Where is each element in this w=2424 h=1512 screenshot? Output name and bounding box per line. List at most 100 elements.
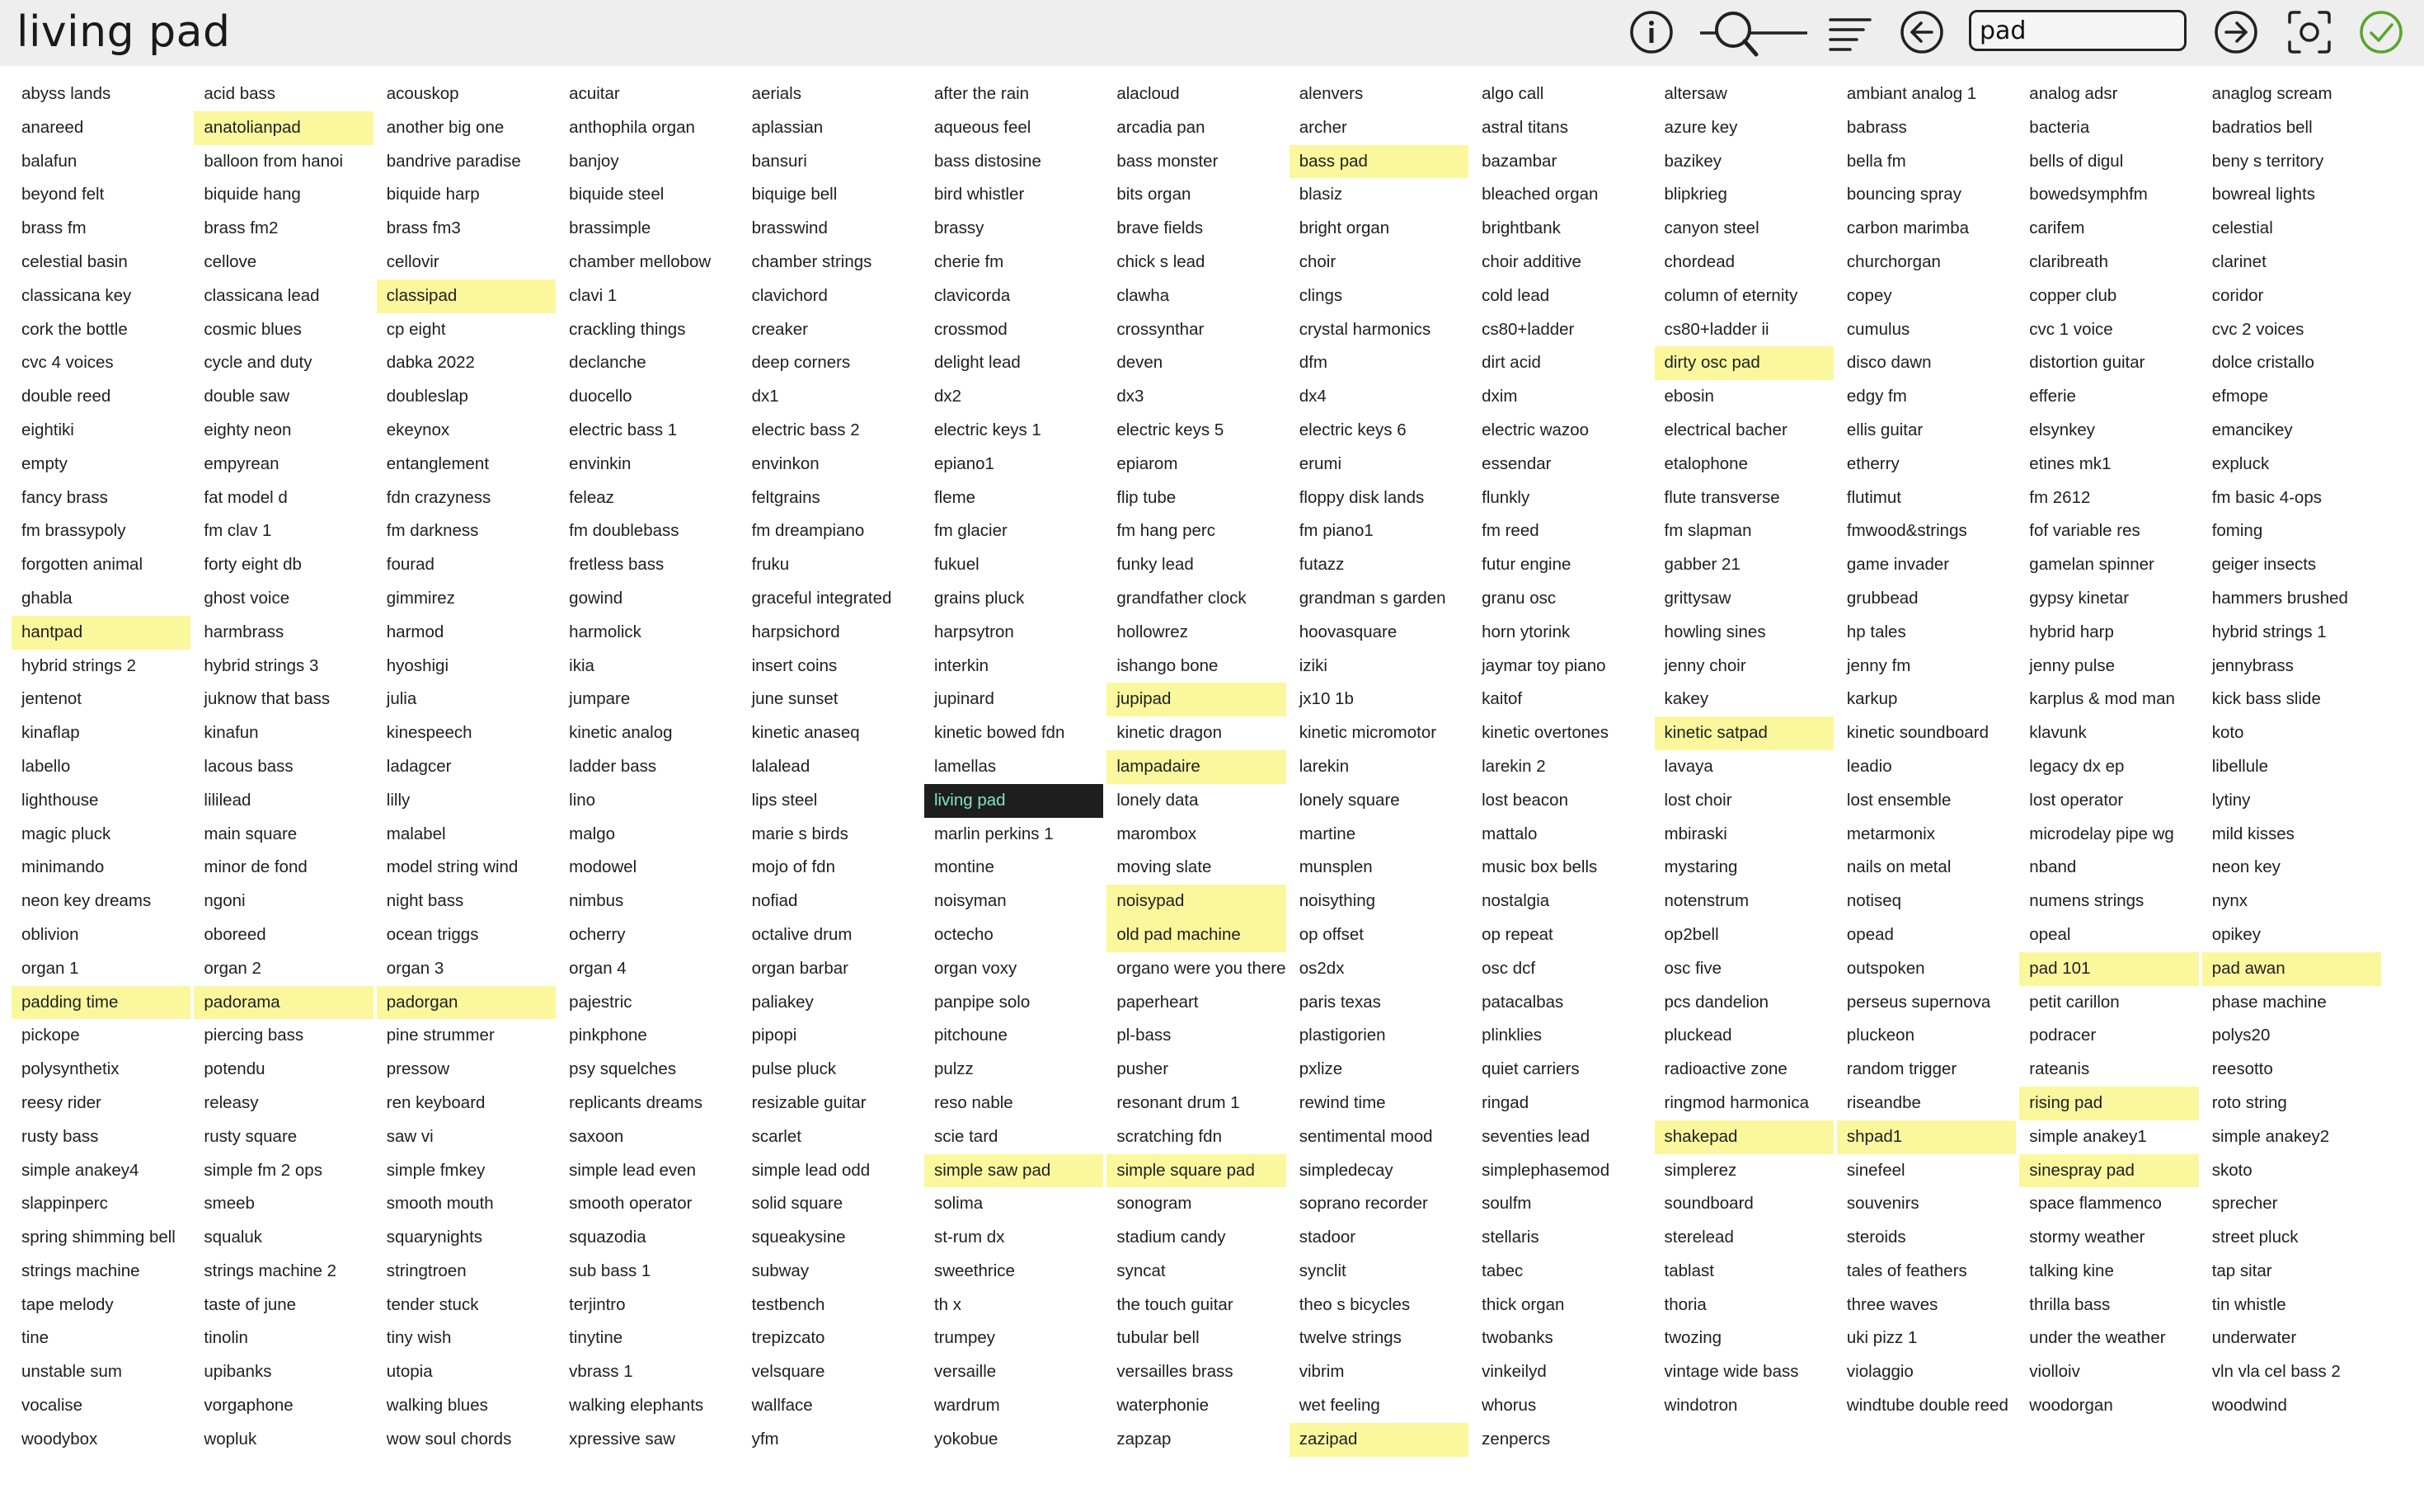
preset-item[interactable]: hybrid strings 3	[194, 650, 373, 683]
preset-item[interactable]: grains pluck	[924, 582, 1103, 616]
preset-item[interactable]: simplerez	[1655, 1154, 1834, 1188]
preset-item[interactable]: tap sitar	[2202, 1255, 2381, 1289]
preset-item[interactable]: beny s territory	[2202, 145, 2381, 179]
preset-item[interactable]: octalive drum	[742, 918, 921, 952]
preset-item[interactable]: delight lead	[924, 346, 1103, 380]
preset-item[interactable]: piercing bass	[194, 1019, 373, 1053]
preset-item[interactable]: acid bass	[194, 77, 373, 111]
preset-item[interactable]: clawha	[1106, 279, 1285, 313]
preset-item[interactable]: fmwood&strings	[1837, 514, 2016, 548]
preset-item[interactable]: fm brassypoly	[12, 514, 190, 548]
preset-item[interactable]: panpipe solo	[924, 986, 1103, 1020]
preset-item[interactable]: lonely square	[1290, 784, 1468, 818]
preset-item[interactable]: leadio	[1837, 750, 2016, 784]
preset-item[interactable]: envinkon	[742, 448, 921, 481]
preset-item[interactable]: quiet carriers	[1472, 1053, 1651, 1087]
preset-item[interactable]: bleached organ	[1472, 178, 1651, 212]
preset-item[interactable]: steroids	[1837, 1221, 2016, 1255]
preset-item[interactable]: windotron	[1655, 1389, 1834, 1423]
preset-item[interactable]: scarlet	[742, 1120, 921, 1154]
preset-item[interactable]: organ barbar	[742, 952, 921, 986]
preset-item[interactable]: skoto	[2202, 1154, 2381, 1188]
preset-item[interactable]: lost choir	[1655, 784, 1834, 818]
preset-item[interactable]: jupipad	[1106, 683, 1286, 717]
preset-item[interactable]: tine	[12, 1322, 190, 1355]
preset-item[interactable]: releasy	[194, 1087, 373, 1120]
preset-item[interactable]: walking blues	[377, 1389, 556, 1423]
preset-item[interactable]: polysynthetix	[12, 1053, 190, 1087]
preset-item[interactable]: pajestric	[559, 986, 738, 1020]
preset-item[interactable]: another big one	[377, 111, 556, 145]
preset-item[interactable]: yfm	[742, 1423, 921, 1457]
preset-item[interactable]: fm basic 4-ops	[2202, 481, 2381, 515]
preset-item[interactable]: clarinet	[2202, 246, 2381, 279]
preset-item[interactable]: badratios bell	[2202, 111, 2381, 145]
info-icon[interactable]	[1628, 9, 1675, 55]
preset-item[interactable]: malabel	[377, 818, 556, 852]
preset-item[interactable]: biquige bell	[742, 178, 921, 212]
preset-item[interactable]: patacalbas	[1472, 986, 1651, 1020]
preset-item[interactable]: carbon marimba	[1837, 212, 2016, 246]
preset-item[interactable]: space flammenco	[2019, 1187, 2198, 1221]
preset-item[interactable]: organ 3	[377, 952, 556, 986]
preset-item[interactable]: lonely data	[1106, 784, 1285, 818]
preset-item[interactable]: jx10 1b	[1290, 683, 1468, 716]
preset-item[interactable]: sinespray pad	[2019, 1153, 2199, 1188]
preset-item[interactable]: bansuri	[742, 145, 921, 179]
preset-item[interactable]: organ voxy	[924, 952, 1103, 986]
preset-item[interactable]: cycle and duty	[194, 346, 373, 380]
preset-item[interactable]: synclit	[1290, 1255, 1468, 1289]
preset-item[interactable]: ren keyboard	[377, 1087, 556, 1120]
preset-item[interactable]: efmope	[2202, 380, 2381, 414]
preset-item[interactable]: banjoy	[559, 145, 738, 179]
preset-item[interactable]: paperheart	[1106, 986, 1285, 1020]
preset-item[interactable]: eighty neon	[194, 414, 373, 448]
preset-item[interactable]: whorus	[1472, 1389, 1651, 1423]
preset-item[interactable]: plinklies	[1472, 1019, 1651, 1053]
preset-item[interactable]: osc five	[1655, 952, 1834, 986]
preset-item[interactable]: gamelan spinner	[2019, 548, 2198, 582]
preset-item[interactable]: woodwind	[2202, 1389, 2381, 1423]
preset-item[interactable]: kinetic dragon	[1106, 716, 1285, 750]
preset-item[interactable]: moving slate	[1106, 851, 1285, 885]
preset-item[interactable]: after the rain	[924, 77, 1103, 111]
preset-item[interactable]: fruku	[742, 548, 921, 582]
preset-item[interactable]: grandman s garden	[1290, 582, 1468, 616]
preset-item[interactable]: simple lead odd	[742, 1154, 921, 1188]
preset-item[interactable]: pine strummer	[377, 1019, 556, 1053]
preset-item[interactable]: pitchoune	[924, 1019, 1103, 1053]
preset-item[interactable]: main square	[194, 818, 373, 852]
preset-item[interactable]: violloiv	[2019, 1355, 2198, 1389]
preset-item[interactable]: squarynights	[377, 1221, 556, 1255]
preset-item[interactable]: mojo of fdn	[742, 851, 921, 885]
preset-item[interactable]: violaggio	[1837, 1355, 2016, 1389]
preset-item[interactable]: brassimple	[559, 212, 738, 246]
preset-item[interactable]: flip tube	[1106, 481, 1285, 515]
preset-item[interactable]: lavaya	[1655, 750, 1834, 784]
preset-item[interactable]: tablast	[1655, 1255, 1834, 1289]
preset-item[interactable]: hybrid harp	[2019, 616, 2198, 650]
preset-item[interactable]: simple lead even	[559, 1154, 738, 1188]
preset-item[interactable]: organo were you there	[1106, 952, 1285, 986]
preset-item[interactable]: three waves	[1837, 1289, 2016, 1322]
preset-item[interactable]: brave fields	[1106, 212, 1285, 246]
preset-item[interactable]: azure key	[1655, 111, 1834, 145]
preset-item[interactable]: claribreath	[2019, 246, 2198, 279]
preset-item[interactable]: horn ytorink	[1472, 616, 1651, 650]
preset-item[interactable]: theo s bicycles	[1290, 1289, 1468, 1322]
preset-item[interactable]: empty	[12, 448, 190, 481]
preset-item[interactable]: sterelead	[1655, 1221, 1834, 1255]
preset-item[interactable]: karplus & mod man	[2019, 683, 2198, 716]
preset-item[interactable]: jaymar toy piano	[1472, 650, 1651, 683]
preset-item[interactable]: doubleslap	[377, 380, 556, 414]
preset-item[interactable]: distortion guitar	[2019, 346, 2198, 380]
preset-item[interactable]: deven	[1106, 346, 1285, 380]
preset-item[interactable]: cvc 2 voices	[2202, 313, 2381, 347]
preset-item[interactable]: radioactive zone	[1655, 1053, 1834, 1087]
preset-item[interactable]: grittysaw	[1655, 582, 1834, 616]
preset-item[interactable]: cs80+ladder ii	[1655, 313, 1834, 347]
preset-item[interactable]: hollowrez	[1106, 616, 1285, 650]
preset-item[interactable]: dolce cristallo	[2202, 346, 2381, 380]
preset-item[interactable]: stormy weather	[2019, 1221, 2198, 1255]
preset-item[interactable]: lampadaire	[1106, 749, 1286, 784]
